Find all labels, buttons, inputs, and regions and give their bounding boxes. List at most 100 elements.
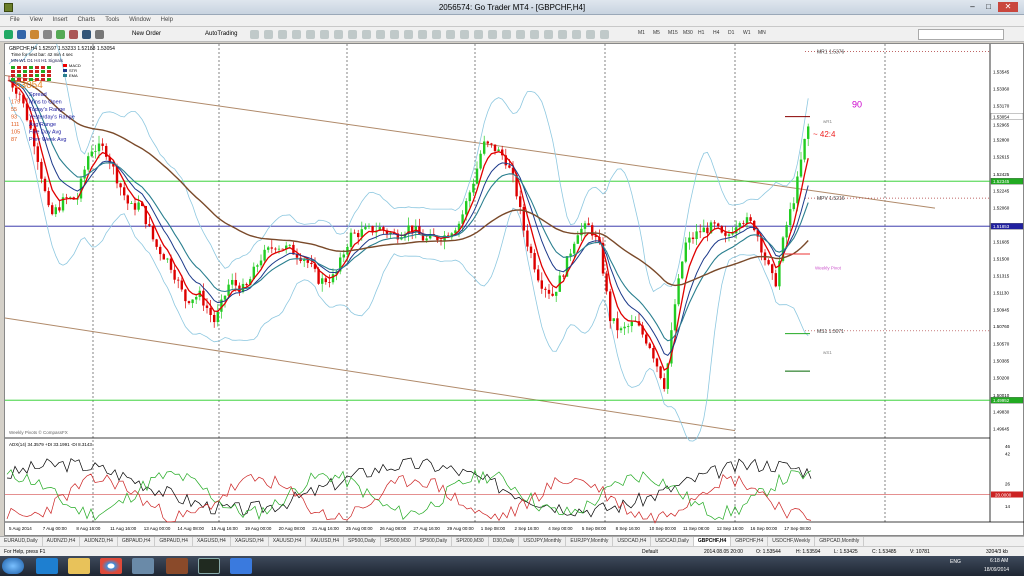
minimize-button[interactable]: –	[966, 2, 979, 12]
menu-window[interactable]: Window	[129, 17, 150, 23]
chart-tab[interactable]: SPI200,M30	[452, 537, 489, 546]
chart-tab[interactable]: XAGUSD,H4	[193, 537, 231, 546]
chart-tool-icon-19[interactable]	[516, 30, 525, 39]
chart-tab[interactable]: SP500,Daily	[344, 537, 381, 546]
toolbar-icon-0[interactable]	[4, 30, 13, 39]
date-tick: 26 Aug 08:00	[380, 526, 407, 531]
chrome-icon[interactable]	[100, 558, 122, 574]
chart-tab[interactable]: EURAUD,Daily	[0, 537, 43, 546]
chart-tab[interactable]: XAUUSD,H4	[269, 537, 307, 546]
menu-tools[interactable]: Tools	[105, 17, 119, 23]
timeframe-M15[interactable]: M15	[668, 30, 678, 36]
menu-charts[interactable]: Charts	[78, 17, 96, 23]
chart-tab[interactable]: GBPCHF,H4	[731, 537, 769, 546]
chart-tool-icon-1[interactable]	[264, 30, 273, 39]
chart-tab[interactable]: GBPAUD,H4	[118, 537, 156, 546]
timeframe-H4[interactable]: H4	[713, 30, 719, 36]
chart-tab[interactable]: D30,Daily	[489, 537, 520, 546]
timeframe-W1[interactable]: W1	[743, 30, 751, 36]
menu-file[interactable]: File	[10, 17, 20, 23]
chart-tool-icon-12[interactable]	[418, 30, 427, 39]
chart-tool-icon-17[interactable]	[488, 30, 497, 39]
adx-tick: 26	[1005, 481, 1011, 486]
toolbar-icon-6[interactable]	[82, 30, 91, 39]
chart-tab[interactable]: EURJPY,Monthly	[566, 537, 614, 546]
chart-tool-icon-0[interactable]	[250, 30, 259, 39]
chart-window[interactable]: 1.53545 1.53360 1.53170 1.52965 1.52800 1.526…	[4, 31, 1024, 537]
language-indicator[interactable]: ENG	[950, 559, 961, 565]
chart-tab[interactable]: XAGUSD,H4	[231, 537, 269, 546]
chart-tab[interactable]: GBPCHF,H4	[693, 537, 732, 546]
new-order-button[interactable]: New Order	[132, 29, 161, 40]
chart-tool-icon-10[interactable]	[390, 30, 399, 39]
timeframe-D1[interactable]: D1	[728, 30, 734, 36]
toolbar-icon-1[interactable]	[17, 30, 26, 39]
candle-body	[630, 321, 633, 327]
chart-tab[interactable]: SP500,M30	[381, 537, 416, 546]
menu-view[interactable]: View	[30, 17, 43, 23]
timeframe-M30[interactable]: M30	[683, 30, 693, 36]
chart-tool-icon-25[interactable]	[600, 30, 609, 39]
chart-tool-icon-13[interactable]	[432, 30, 441, 39]
chart-tool-icon-3[interactable]	[292, 30, 301, 39]
toolbar-icon-7[interactable]	[95, 30, 104, 39]
chart-tab[interactable]: USDJPY,Monthly	[519, 537, 567, 546]
chart-tool-icon-14[interactable]	[446, 30, 455, 39]
chart-tab[interactable]: SP500,Daily	[416, 537, 453, 546]
search-input[interactable]	[918, 29, 1004, 40]
chart-tool-icon-5[interactable]	[320, 30, 329, 39]
candle-body	[623, 326, 626, 329]
timeframe-MN[interactable]: MN	[758, 30, 766, 36]
toolbar-icon-2[interactable]	[30, 30, 39, 39]
chart-tool-icon-22[interactable]	[558, 30, 567, 39]
chart-tab[interactable]: USDCHF,Weekly	[768, 537, 816, 546]
menu-help[interactable]: Help	[161, 17, 173, 23]
timeframe-M1[interactable]: M1	[638, 30, 645, 36]
maximize-button[interactable]: □	[982, 2, 995, 12]
chart-tab[interactable]: AUDNZD,H4	[80, 537, 118, 546]
timeframe-H1[interactable]: H1	[698, 30, 704, 36]
info-label: Yesterday's Range	[29, 115, 75, 121]
price-tick: 1.49830	[993, 409, 1010, 414]
chart-tool-icon-23[interactable]	[572, 30, 581, 39]
signal-cell	[35, 70, 39, 73]
autotrading-button[interactable]: AutoTrading	[205, 29, 237, 40]
status-time: 2014.08.05 20:00	[704, 549, 743, 555]
chart-tool-icon-21[interactable]	[544, 30, 553, 39]
toolbar-icon-5[interactable]	[69, 30, 78, 39]
explorer-icon[interactable]	[68, 558, 90, 574]
chart-tool-icon-18[interactable]	[502, 30, 511, 39]
chart-tab[interactable]: GBPCAD,Monthly	[815, 537, 865, 546]
start-button[interactable]	[2, 558, 24, 574]
chart-tool-icon-24[interactable]	[586, 30, 595, 39]
chart-tab[interactable]: GBPAUD,H4	[155, 537, 193, 546]
chart-canvas[interactable]: 1.53545 1.53360 1.53170 1.52965 1.52800 1.526…	[4, 31, 1024, 537]
chart-tool-icon-11[interactable]	[404, 30, 413, 39]
mt4-taskbar-icon[interactable]	[198, 558, 220, 574]
chart-tool-icon-15[interactable]	[460, 30, 469, 39]
chart-tool-icon-4[interactable]	[306, 30, 315, 39]
chart-tab[interactable]: XAUUSD,H4	[306, 537, 344, 546]
photos-icon[interactable]	[132, 558, 154, 574]
chart-tool-icon-16[interactable]	[474, 30, 483, 39]
app-icon-2[interactable]	[166, 558, 188, 574]
price-tick: 1.50760	[993, 324, 1010, 329]
chart-tool-icon-9[interactable]	[376, 30, 385, 39]
date-tick: 1 Sep 08:00	[481, 526, 506, 531]
chart-tab[interactable]: USDCAD,Daily	[651, 537, 694, 546]
chart-tool-icon-7[interactable]	[348, 30, 357, 39]
app-icon-3[interactable]	[230, 558, 252, 574]
chart-tab[interactable]: USDCAD,H4	[613, 537, 652, 546]
toolbar-icon-3[interactable]	[43, 30, 52, 39]
chart-tool-icon-20[interactable]	[530, 30, 539, 39]
chart-tool-icon-8[interactable]	[362, 30, 371, 39]
close-button[interactable]: ✕	[998, 2, 1018, 12]
toolbar-icon-4[interactable]	[56, 30, 65, 39]
ie-icon[interactable]	[36, 558, 58, 574]
chart-tool-icon-6[interactable]	[334, 30, 343, 39]
chart-tool-icon-2[interactable]	[278, 30, 287, 39]
menu-insert[interactable]: Insert	[53, 17, 68, 23]
clock-time[interactable]: 6:18 AM	[990, 558, 1008, 564]
timeframe-M5[interactable]: M5	[653, 30, 660, 36]
chart-tab[interactable]: AUDNZD,H4	[43, 537, 81, 546]
